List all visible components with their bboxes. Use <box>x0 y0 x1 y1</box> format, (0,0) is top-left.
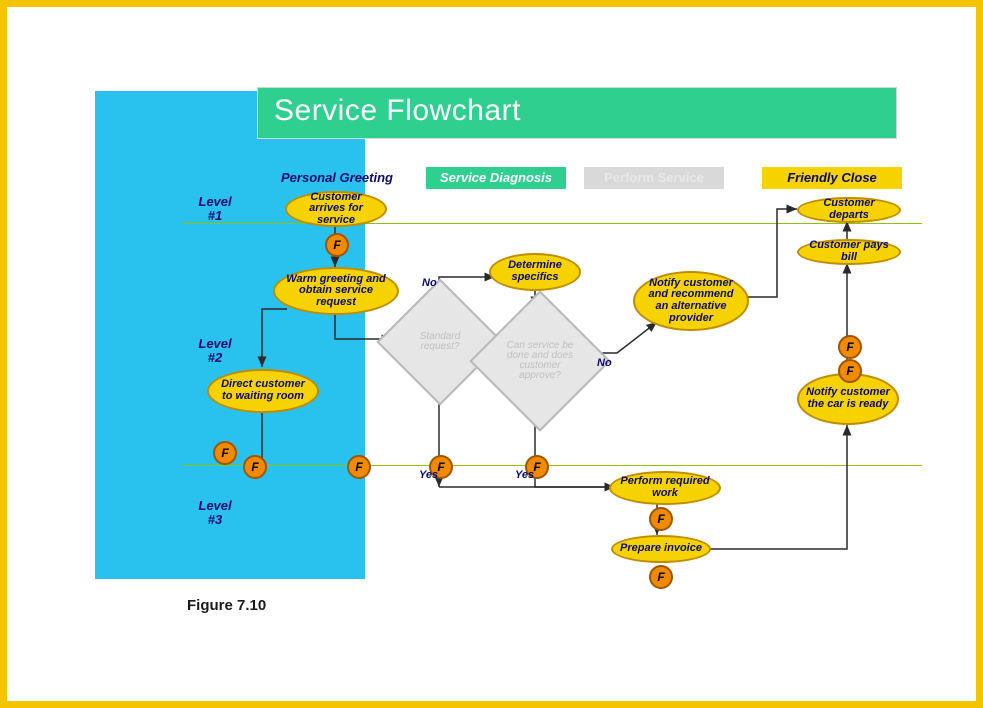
node-customer-departs: Customer departs <box>797 197 901 223</box>
f-marker-9: F <box>838 335 862 359</box>
decision-can-service-label: Can service be done and does customer ap… <box>492 313 588 409</box>
f-marker-7: F <box>649 507 673 531</box>
page-frame: Service Flowchart Personal Greeting Serv… <box>0 0 983 708</box>
edge-no-standard: No <box>422 277 437 289</box>
col-personal-greeting: Personal Greeting <box>267 167 407 189</box>
figure-label: Figure 7.10 <box>187 597 266 614</box>
lvl2-word: Level <box>198 336 231 351</box>
node-prepare-invoice: Prepare invoice <box>611 535 711 563</box>
f-marker-10: F <box>838 359 862 383</box>
node-perform-work: Perform required work <box>609 471 721 505</box>
edge-yes-standard: Yes <box>419 469 438 481</box>
f-marker-2: F <box>213 441 237 465</box>
lvl1-word: Level <box>198 194 231 209</box>
title-bar: Service Flowchart <box>257 87 897 139</box>
f-marker-3: F <box>243 455 267 479</box>
decision-can-service: Can service be done and does customer ap… <box>469 290 610 431</box>
node-notify-alternative: Notify customer and recommend an alterna… <box>633 271 749 331</box>
level-2-label: Level #2 <box>185 337 245 366</box>
col-service-diagnosis: Service Diagnosis <box>426 167 566 189</box>
col-perform-service: Perform Service <box>584 167 724 189</box>
node-customer-pays: Customer pays bill <box>797 239 901 265</box>
f-marker-4: F <box>347 455 371 479</box>
lvl3-num: #3 <box>208 512 222 527</box>
level-1-label: Level #1 <box>185 195 245 224</box>
edge-yes-cando: Yes <box>515 469 534 481</box>
decision-standard-label: Standard request? <box>397 299 483 385</box>
lane-line-2 <box>182 465 922 466</box>
level-3-label: Level #3 <box>185 499 245 528</box>
node-direct-waiting-room: Direct customer to waiting room <box>207 369 319 413</box>
col-friendly-close: Friendly Close <box>762 167 902 189</box>
lvl1-num: #1 <box>208 208 222 223</box>
lvl2-num: #2 <box>208 350 222 365</box>
node-determine-specifics: Determine specifics <box>489 253 581 291</box>
edge-no-cando: No <box>597 357 612 369</box>
node-warm-greeting: Warm greeting and obtain service request <box>273 267 399 315</box>
title-text: Service Flowchart <box>274 94 521 127</box>
node-customer-arrives: Customer arrives for service <box>285 191 387 227</box>
f-marker-1: F <box>325 233 349 257</box>
diagram-canvas: Service Flowchart Personal Greeting Serv… <box>57 67 937 647</box>
lvl3-word: Level <box>198 498 231 513</box>
f-marker-8: F <box>649 565 673 589</box>
